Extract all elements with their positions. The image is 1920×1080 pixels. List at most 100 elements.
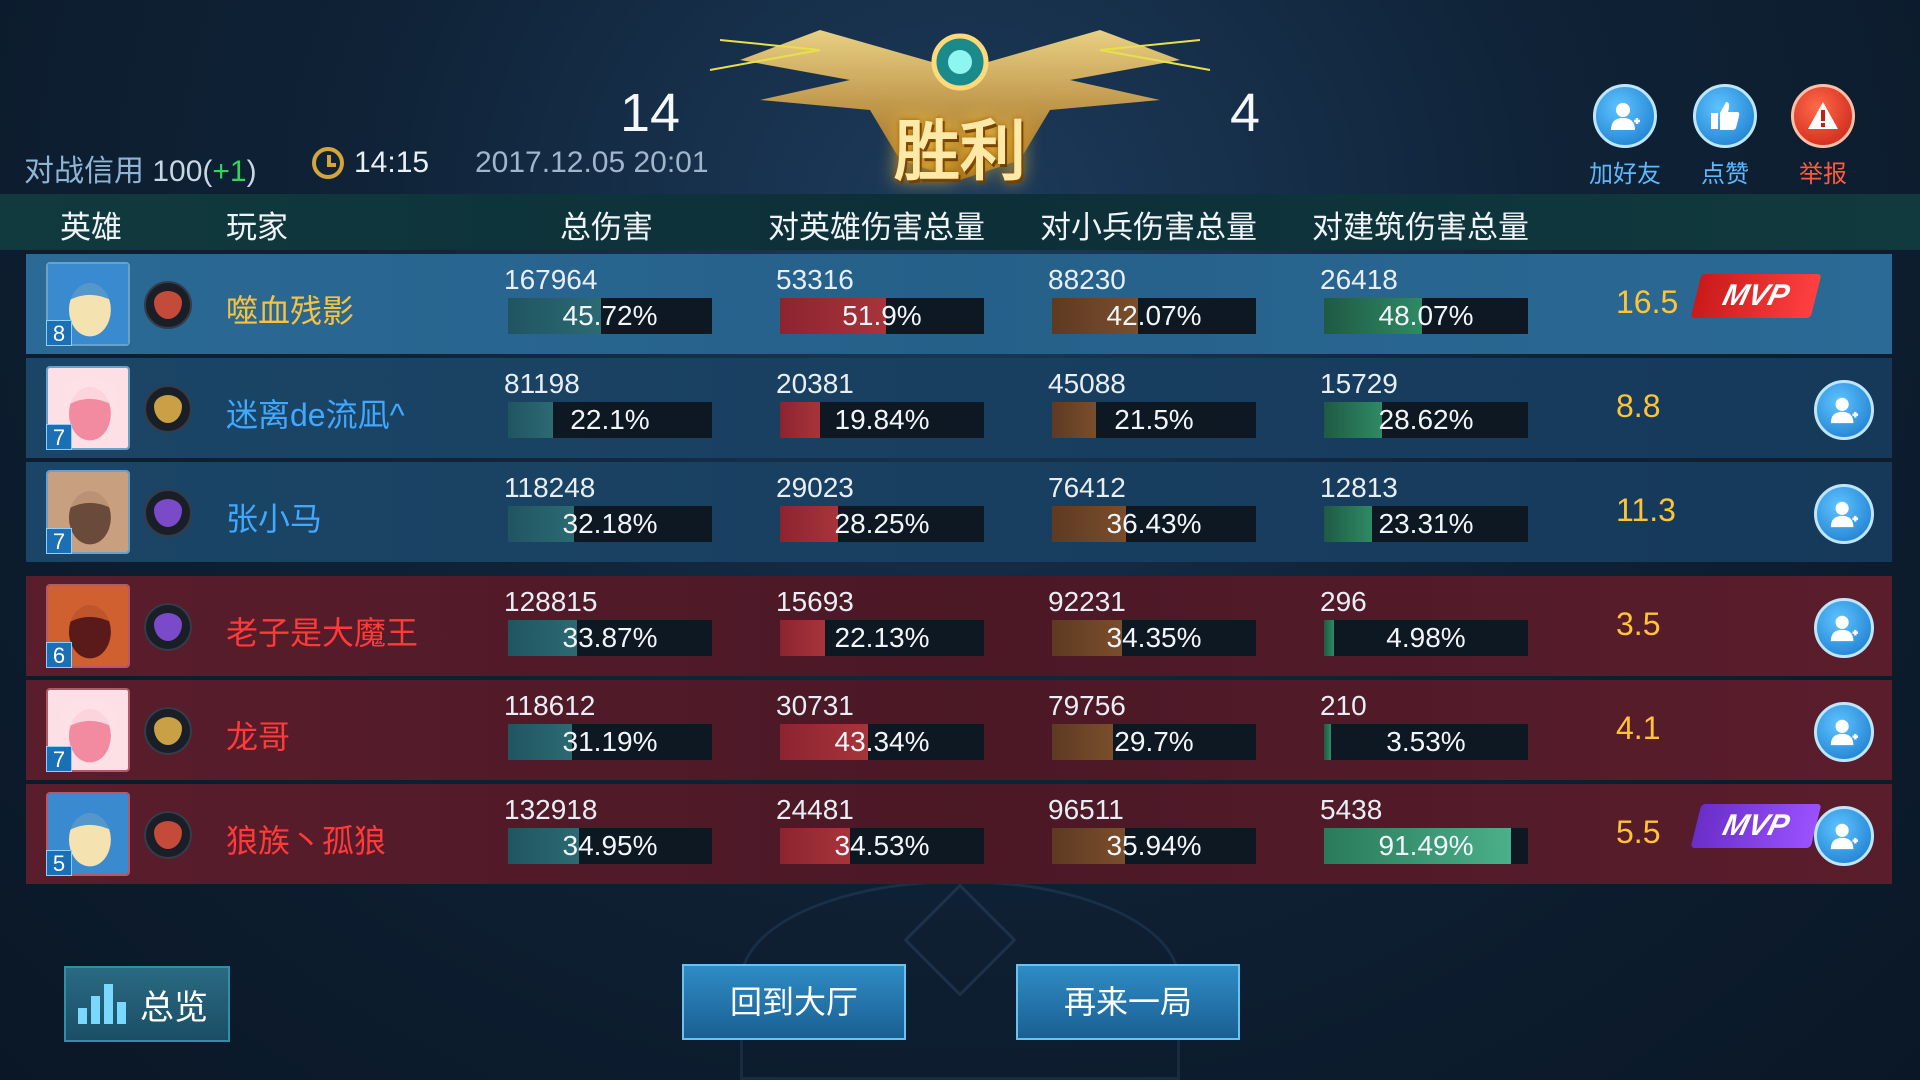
performance-rating: 3.5 [1616,606,1661,642]
player-row[interactable]: 8 噬血残影 167964 45.72% 53316 51.9% 88230 4… [26,254,1892,354]
player-row[interactable]: 7 张小马 118248 32.18% 29023 28.25% 76412 3… [26,462,1892,562]
add-friend-icon [1830,501,1859,528]
hero-damage-bar: 22.13% [780,620,984,656]
total-damage-value: 167964 [504,264,598,295]
stat-minion-damage: 79756 29.7% [1048,690,1256,760]
rank-badge-icon [144,281,192,329]
hero-damage-value: 20381 [776,368,854,399]
column-header-bar: 英雄 玩家 总伤害 对英雄伤害总量 对小兵伤害总量 对建筑伤害总量 [0,194,1920,250]
minion-damage-percent: 36.43% [1106,508,1202,539]
hero-damage-percent: 43.34% [834,726,930,757]
stat-building-damage: 26418 48.07% [1320,264,1528,334]
stat-building-damage: 210 3.53% [1320,690,1528,760]
clock-icon [312,147,344,179]
hero-damage-bar: 19.84% [780,402,984,438]
player-row[interactable]: 7 龙哥 118612 31.19% 30731 43.34% 79756 29… [26,680,1892,780]
add-friend-button[interactable] [1814,484,1874,544]
add-friend-button[interactable] [1814,380,1874,440]
hero-damage-value: 15693 [776,586,854,617]
hero-level: 5 [46,850,72,876]
total-damage-percent: 22.1% [570,404,650,435]
total-damage-value: 118612 [504,690,596,721]
building-damage-value: 12813 [1320,472,1398,503]
stat-total-damage: 132918 34.95% [504,794,712,864]
minion-damage-percent: 34.35% [1106,622,1202,653]
player-name[interactable]: 迷离de流凪^ [226,390,405,436]
building-damage-percent: 23.31% [1378,508,1474,539]
like-action[interactable]: 点赞 [1680,84,1770,189]
add-friend-label: 加好友 [1589,161,1661,188]
victory-text: 胜利 [894,112,1026,190]
building-damage-bar: 23.31% [1324,506,1528,542]
score-right: 4 [1230,83,1261,143]
building-damage-bar: 48.07% [1324,298,1528,334]
building-damage-value: 210 [1320,690,1367,721]
hero-damage-percent: 19.84% [834,404,930,435]
add-friend-icon [1593,84,1657,148]
hero-damage-percent: 22.13% [834,622,930,653]
minion-damage-percent: 35.94% [1106,830,1202,861]
stat-building-damage: 12813 23.31% [1320,472,1528,542]
minion-damage-value: 45088 [1048,368,1126,399]
player-name[interactable]: 龙哥 [226,712,290,758]
player-name[interactable]: 张小马 [226,494,322,540]
add-friend-button[interactable] [1814,702,1874,762]
minion-damage-value: 88230 [1048,264,1126,295]
hero-level: 8 [46,320,72,346]
hero-level: 7 [46,528,72,554]
player-name[interactable]: 噬血残影 [226,286,354,332]
hero-damage-bar: 51.9% [780,298,984,334]
stat-minion-damage: 96511 35.94% [1048,794,1256,864]
mvp-badge: MVP [1690,804,1822,848]
overview-label: 总览 [140,988,208,1027]
building-damage-value: 26418 [1320,264,1398,295]
stat-hero-damage: 53316 51.9% [776,264,984,334]
total-damage-value: 128815 [504,586,598,617]
play-again-button[interactable]: 再来一局 [1016,964,1240,1040]
building-damage-value: 5438 [1320,794,1383,825]
report-action[interactable]: 举报 [1778,84,1868,189]
stat-minion-damage: 45088 21.5% [1048,368,1256,438]
overview-button[interactable]: 总览 [64,966,230,1042]
hero-damage-percent: 34.53% [834,830,930,861]
add-friend-button[interactable] [1814,598,1874,658]
player-name[interactable]: 狼族丶孤狼 [226,816,386,862]
total-damage-value: 118248 [504,472,596,503]
building-damage-percent: 28.62% [1378,404,1474,435]
duration-text: 14:15 [354,146,430,179]
rank-badge-icon [144,707,192,755]
total-damage-percent: 34.95% [562,830,658,861]
column-player: 玩家 [226,210,288,245]
stat-total-damage: 128815 33.87% [504,586,712,656]
match-duration: 14:15 [312,146,429,180]
stat-minion-damage: 92231 34.35% [1048,586,1256,656]
add-friend-action[interactable]: 加好友 [1580,84,1670,189]
player-row[interactable]: 7 迷离de流凪^ 81198 22.1% 20381 19.84% 45088… [26,358,1892,458]
total-damage-percent: 32.18% [562,508,658,539]
minion-damage-value: 79756 [1048,690,1126,721]
building-damage-value: 296 [1320,586,1367,617]
add-friend-button[interactable] [1814,806,1874,866]
minion-damage-bar: 21.5% [1052,402,1256,438]
player-row[interactable]: 6 老子是大魔王 128815 33.87% 15693 22.13% 9223… [26,576,1892,676]
performance-rating: 5.5 [1616,814,1661,850]
rank-badge-icon [144,489,192,537]
building-damage-bar: 91.49% [1324,828,1528,864]
stat-hero-damage: 15693 22.13% [776,586,984,656]
hero-damage-value: 30731 [776,690,854,721]
building-damage-bar: 4.98% [1324,620,1528,656]
minion-damage-bar: 42.07% [1052,298,1256,334]
player-row[interactable]: 5 狼族丶孤狼 132918 34.95% 24481 34.53% 96511… [26,784,1892,884]
minion-damage-percent: 21.5% [1114,404,1194,435]
back-to-lobby-button[interactable]: 回到大厅 [682,964,906,1040]
building-damage-percent: 3.53% [1386,726,1466,757]
battle-credit-delta: +1 [212,155,247,188]
player-name[interactable]: 老子是大魔王 [226,608,418,654]
column-hero: 英雄 [60,210,122,245]
stat-total-damage: 118612 31.19% [504,690,712,760]
building-damage-value: 15729 [1320,368,1398,399]
thumbs-up-icon [1693,84,1757,148]
stat-hero-damage: 30731 43.34% [776,690,984,760]
building-damage-bar: 28.62% [1324,402,1528,438]
total-damage-percent: 33.87% [562,622,658,653]
